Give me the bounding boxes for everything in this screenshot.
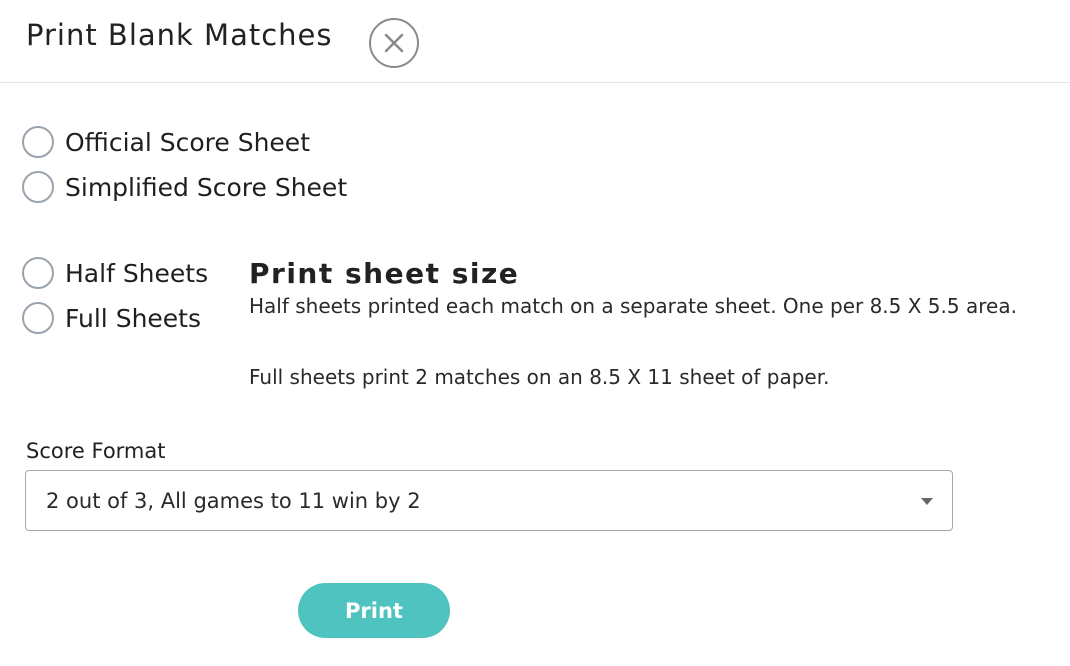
print-button[interactable]: Print [298, 583, 450, 638]
radio-half-sheets[interactable]: Half Sheets [22, 257, 208, 289]
radio-full-sheets[interactable]: Full Sheets [22, 302, 201, 334]
score-format-value: 2 out of 3, All games to 11 win by 2 [46, 489, 421, 513]
radio-button[interactable] [22, 171, 54, 203]
dialog-header: Print Blank Matches [0, 0, 1070, 83]
radio-simplified-score-sheet[interactable]: Simplified Score Sheet [22, 171, 347, 203]
close-button[interactable] [369, 18, 419, 68]
caret-down-icon [921, 498, 933, 505]
radio-label: Official Score Sheet [65, 127, 310, 157]
radio-button[interactable] [22, 126, 54, 158]
full-sheet-description: Full sheets print 2 matches on an 8.5 X … [249, 365, 830, 389]
radio-label: Half Sheets [65, 258, 209, 288]
radio-official-score-sheet[interactable]: Official Score Sheet [22, 126, 310, 158]
radio-label: Full Sheets [65, 303, 201, 333]
radio-button[interactable] [22, 302, 54, 334]
radio-label: Simplified Score Sheet [65, 172, 348, 202]
radio-button[interactable] [22, 257, 54, 289]
dialog-title: Print Blank Matches [26, 18, 333, 52]
close-icon [384, 33, 404, 53]
score-format-label: Score Format [26, 439, 166, 463]
score-format-select[interactable]: 2 out of 3, All games to 11 win by 2 [25, 470, 953, 531]
half-sheet-description: Half sheets printed each match on a sepa… [249, 294, 1017, 318]
sheet-size-heading: Print sheet size [249, 257, 520, 290]
